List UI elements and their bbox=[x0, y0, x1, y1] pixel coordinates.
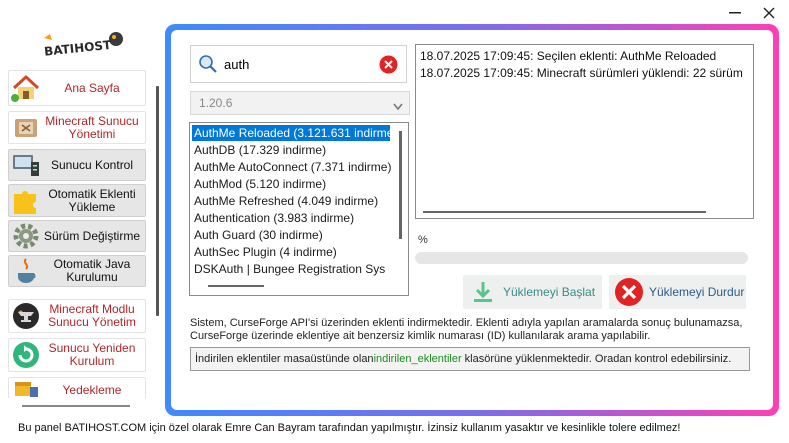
log-horizontal-scrollbar[interactable] bbox=[423, 211, 706, 213]
list-item[interactable]: DSKAuth | Bungee Registration Sys bbox=[192, 261, 385, 277]
plugin-list[interactable]: AuthMe Reloaded (3.121.631 indirme) Auth… bbox=[189, 122, 409, 296]
clear-search-button[interactable] bbox=[379, 55, 398, 74]
clear-icon bbox=[379, 55, 398, 74]
sidebar-item-label: Sunucu Kontrol bbox=[50, 157, 134, 172]
app-logo: BATIHOST bbox=[40, 30, 128, 60]
progress-percent-label: % bbox=[418, 234, 428, 246]
search-input[interactable] bbox=[222, 55, 372, 73]
notice-folder-name: indirilen_eklentiler bbox=[373, 353, 462, 365]
search-box[interactable] bbox=[190, 45, 407, 83]
java-icon bbox=[9, 256, 43, 286]
sidebar-item-minecraft-sunucu[interactable]: Minecraft Sunucu Yönetimi bbox=[8, 111, 146, 144]
list-item[interactable]: Auth Guard (30 indirme) bbox=[192, 227, 323, 243]
sidebar-item-ana-sayfa[interactable]: Ana Sayfa bbox=[8, 70, 146, 106]
search-icon bbox=[198, 54, 218, 74]
anvil-icon bbox=[9, 301, 43, 331]
minecraft-book-icon bbox=[9, 113, 43, 143]
list-item[interactable]: AuthSec Plugin (4 indirme) bbox=[192, 244, 337, 260]
stop-icon bbox=[609, 277, 649, 307]
footer-text: Bu panel BATIHOST.COM için özel olarak E… bbox=[18, 422, 681, 434]
info-text: Sistem, CurseForge API'si üzerinden ekle… bbox=[190, 317, 743, 342]
download-icon bbox=[463, 280, 503, 304]
sidebar-horizontal-scrollbar[interactable] bbox=[22, 405, 130, 407]
chevron-down-icon bbox=[393, 100, 403, 114]
plugin-list-scrollbar[interactable] bbox=[399, 131, 402, 239]
puzzle-icon bbox=[9, 186, 43, 216]
start-install-button[interactable]: Yüklemeyi Başlat bbox=[463, 275, 602, 309]
sidebar-item-label: Ana Sayfa bbox=[64, 80, 120, 95]
version-select[interactable]: 1.20.6 bbox=[190, 91, 410, 115]
sidebar-item-yedekleme[interactable]: Yedekleme bbox=[8, 377, 146, 398]
list-item[interactable]: AuthMod (5.120 indirme) bbox=[192, 176, 326, 192]
sidebar-item-label: Sunucu Yeniden Kurulum bbox=[48, 341, 136, 368]
backup-icon bbox=[9, 375, 43, 398]
sidebar-item-otomatik-eklenti[interactable]: Otomatik Eklenti Yükleme bbox=[8, 184, 146, 217]
sidebar-item-label: Otomatik Java Kurulumu bbox=[53, 257, 131, 284]
sidebar-item-label: Minecraft Sunucu Yönetimi bbox=[45, 113, 139, 141]
close-button[interactable] bbox=[756, 3, 782, 23]
list-item[interactable]: AuthMe Refreshed (4.049 indirme) bbox=[192, 193, 378, 209]
minimize-button[interactable] bbox=[722, 3, 748, 23]
server-control-icon bbox=[9, 150, 43, 180]
list-item[interactable]: AuthDB (17.329 indirme) bbox=[192, 142, 326, 158]
list-item[interactable]: AuthMe AutoConnect (7.371 indirme) bbox=[192, 159, 391, 175]
stop-install-button[interactable]: Yüklemeyi Durdur bbox=[609, 275, 746, 309]
progress-bar bbox=[415, 252, 748, 264]
list-item[interactable]: AuthMe Reloaded (3.121.631 indirme) bbox=[192, 125, 390, 141]
refresh-icon bbox=[9, 340, 43, 370]
sidebar: Ana Sayfa Minecraft Sunucu Yönetimi Sunu… bbox=[8, 70, 146, 398]
sidebar-item-label: Otomatik Eklenti Yükleme bbox=[48, 186, 136, 214]
batihost-logo: BATIHOST bbox=[43, 32, 123, 59]
list-item[interactable]: Authentication (3.983 indirme) bbox=[192, 210, 354, 226]
log-line: 18.07.2025 17:09:45: Seçilen eklenti: Au… bbox=[420, 49, 717, 63]
log-line: 18.07.2025 17:09:45: Minecraft sürümleri… bbox=[420, 66, 743, 80]
sidebar-item-sunucu-kontrol[interactable]: Sunucu Kontrol bbox=[8, 149, 146, 181]
close-icon bbox=[763, 7, 775, 19]
sidebar-scrollbar[interactable] bbox=[156, 86, 159, 316]
minimize-icon bbox=[729, 12, 741, 14]
plugin-list-horizontal-scrollbar[interactable] bbox=[208, 285, 264, 287]
version-select-value: 1.20.6 bbox=[199, 96, 233, 110]
svg-text:BATIHOST: BATIHOST bbox=[43, 38, 112, 59]
sidebar-item-yeniden-kurulum[interactable]: Sunucu Yeniden Kurulum bbox=[8, 338, 146, 372]
notice-box: İndirilen eklentiler masaüstünde olan in… bbox=[190, 347, 750, 371]
sidebar-item-java-kurulumu[interactable]: Otomatik Java Kurulumu bbox=[8, 255, 146, 287]
sidebar-item-surum-degistirme[interactable]: Sürüm Değiştirme bbox=[8, 220, 146, 252]
sidebar-item-label: Minecraft Modlu Sunucu Yönetim bbox=[48, 302, 136, 329]
stop-install-label: Yüklemeyi Durdur bbox=[649, 285, 745, 299]
sidebar-item-label: Yedekleme bbox=[62, 382, 122, 397]
notice-text-after: klasörüne yüklenmektedir. Oradan kontrol… bbox=[461, 353, 732, 365]
gear-icon bbox=[9, 221, 43, 251]
sidebar-item-label: Sürüm Değiştirme bbox=[43, 228, 141, 243]
start-install-label: Yüklemeyi Başlat bbox=[503, 285, 596, 299]
log-output: 18.07.2025 17:09:45: Seçilen eklenti: Au… bbox=[415, 44, 754, 219]
house-icon bbox=[9, 73, 43, 103]
sidebar-item-modlu-sunucu[interactable]: Minecraft Modlu Sunucu Yönetim bbox=[8, 299, 146, 333]
notice-text-before: İndirilen eklentiler masaüstünde olan bbox=[195, 353, 374, 365]
